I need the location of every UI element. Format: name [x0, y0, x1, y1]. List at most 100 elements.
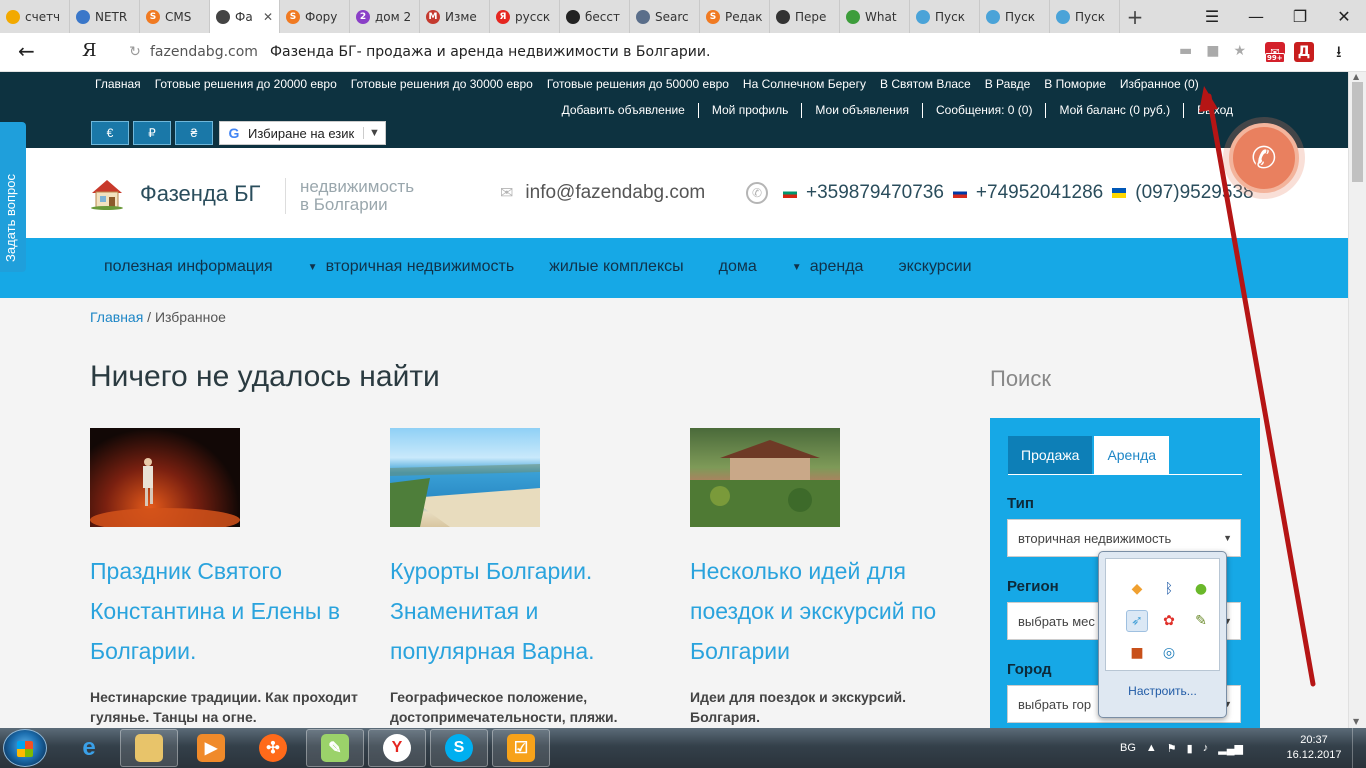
browser-tab[interactable]: Ярусск — [490, 0, 560, 33]
phone-ru[interactable]: +74952041286 — [976, 182, 1103, 204]
nav-item[interactable]: ▼ вторичная недвижимость — [308, 258, 514, 276]
tray-app-icon[interactable]: ✎ — [1190, 610, 1212, 632]
lock-icon[interactable]: ■ — [1206, 43, 1219, 59]
nav-item[interactable]: ▼ аренда — [792, 258, 864, 276]
nav-item[interactable]: полезная информация — [104, 258, 273, 276]
url-field[interactable]: ↻ fazendabg.com Фазенда БГ- продажа и ар… — [120, 38, 1250, 66]
taskbar-skype-icon[interactable]: S — [430, 729, 488, 767]
minimize-icon[interactable]: — — [1234, 0, 1278, 33]
scroll-down-icon[interactable]: ▼ — [1353, 717, 1359, 726]
language-select[interactable]: G Избиране на език ▼ — [219, 121, 386, 145]
article-title[interactable]: Праздник Святого Константина и Елены в Б… — [90, 551, 360, 671]
browser-tab[interactable]: Фа ✕ — [210, 0, 280, 33]
breadcrumb-home-link[interactable]: Главная — [90, 309, 143, 325]
nav-item[interactable]: жилые комплексы — [549, 258, 683, 276]
brand-name[interactable]: Фазенда БГ — [140, 181, 260, 207]
user-link[interactable]: Мой профиль — [697, 103, 802, 118]
article-title[interactable]: Курорты Болгарии. Знаменитая и популярна… — [390, 551, 660, 671]
menu-icon[interactable]: ☰ — [1190, 0, 1234, 33]
network-icon[interactable]: ▂▄▆ — [1218, 742, 1243, 755]
user-link[interactable]: Мой баланс (0 руб.) — [1045, 103, 1183, 118]
top-link[interactable]: Избранное (0) — [1120, 77, 1199, 91]
top-link[interactable]: Готовые решения до 50000 евро — [547, 77, 729, 91]
tab-sale[interactable]: Продажа — [1008, 436, 1093, 474]
browser-tab[interactable]: Пуск — [1050, 0, 1120, 33]
tray-app-icon[interactable]: ➶ — [1126, 610, 1148, 632]
taskbar-explorer-icon[interactable] — [120, 729, 178, 767]
currency-uah-button[interactable]: ₴ — [175, 121, 213, 145]
browser-tab[interactable]: M Изме — [420, 0, 490, 33]
user-link[interactable]: Сообщения: 0 (0) — [921, 103, 1045, 118]
ask-question-tab[interactable]: Задать вопрос — [0, 122, 26, 272]
tray-configure-link[interactable]: Настроить... — [1099, 684, 1226, 698]
browser-tab[interactable]: NETR — [70, 0, 140, 33]
taskbar-checklist-icon[interactable]: ☑ — [492, 729, 550, 767]
tray-app-icon[interactable]: ● — [1190, 578, 1212, 600]
reload-icon[interactable]: ↻ — [120, 44, 150, 60]
top-link[interactable]: Готовые решения до 30000 евро — [351, 77, 533, 91]
new-tab-button[interactable]: + — [1120, 0, 1150, 33]
tray-overflow-icon[interactable]: ▲ — [1146, 742, 1157, 754]
taskbar-notepad-icon[interactable]: ✎ — [306, 729, 364, 767]
house-logo-icon[interactable] — [90, 178, 124, 210]
browser-tab[interactable]: S Фору — [280, 0, 350, 33]
article-image[interactable] — [690, 428, 840, 527]
browser-tab[interactable]: бесст — [560, 0, 630, 33]
browser-tab[interactable]: 2 дом 2 — [350, 0, 420, 33]
top-link[interactable]: На Солнечном Берегу — [743, 77, 866, 91]
tray-app-icon[interactable]: ◆ — [1126, 578, 1148, 600]
scrollbar-thumb[interactable] — [1352, 82, 1363, 182]
tab-rent[interactable]: Аренда — [1094, 436, 1170, 474]
keyboard-language[interactable]: BG — [1120, 742, 1136, 754]
nav-item[interactable]: дома — [719, 258, 757, 276]
volume-icon[interactable]: ♪ — [1203, 742, 1209, 754]
browser-tab[interactable]: счетч — [0, 0, 70, 33]
taskbar-media-icon[interactable]: ▶ — [182, 729, 240, 767]
browser-tab[interactable]: Searc — [630, 0, 700, 33]
extension-d-icon[interactable]: Д — [1294, 42, 1314, 62]
browser-tab[interactable]: S CMS — [140, 0, 210, 33]
browser-tab[interactable]: Пере — [770, 0, 840, 33]
taskbar-ie-icon[interactable]: e — [60, 729, 118, 767]
back-arrow-icon[interactable]: ← — [18, 39, 35, 63]
top-link[interactable]: В Равде — [985, 77, 1031, 91]
article-image[interactable] — [90, 428, 240, 527]
taskbar-yandex-browser-icon[interactable]: Y — [368, 729, 426, 767]
yandex-logo-icon[interactable]: Я — [82, 40, 97, 61]
show-desktop-button[interactable] — [1352, 728, 1366, 768]
article-image[interactable] — [390, 428, 540, 527]
article-title[interactable]: Несколько идей для поездок и экскурсий п… — [690, 551, 960, 671]
clock[interactable]: 20:37 16.12.2017 — [1282, 733, 1346, 763]
taskbar-app-icon[interactable]: ✣ — [244, 729, 302, 767]
start-button[interactable] — [3, 729, 47, 767]
scroll-up-icon[interactable]: ▲ — [1353, 72, 1359, 81]
currency-rub-button[interactable]: ₽ — [133, 121, 171, 145]
top-link[interactable]: В Святом Власе — [880, 77, 971, 91]
battery-icon[interactable]: ▮ — [1187, 742, 1193, 755]
email-contact[interactable]: ✉ info@fazendabg.com — [500, 182, 705, 204]
bluetooth-icon[interactable]: ᛒ — [1158, 578, 1180, 600]
browser-tab[interactable]: Пуск — [980, 0, 1050, 33]
user-link[interactable]: Добавить объявление — [549, 103, 698, 118]
comment-icon[interactable]: ▬ — [1179, 43, 1192, 59]
page-scrollbar[interactable]: ▲ ▼ — [1348, 72, 1366, 728]
extension-mail-icon[interactable]: ✉ 99+ — [1265, 42, 1285, 63]
phone-bg[interactable]: +359879470736 — [806, 182, 944, 204]
top-link[interactable]: Главная — [95, 77, 141, 91]
top-link[interactable]: Готовые решения до 20000 евро — [155, 77, 337, 91]
tray-flower-icon[interactable]: ✿ — [1158, 610, 1180, 632]
top-link[interactable]: В Поморие — [1044, 77, 1106, 91]
browser-tab[interactable]: What — [840, 0, 910, 33]
callback-phone-button[interactable]: ✆ — [1229, 123, 1299, 193]
browser-tab[interactable]: Пуск — [910, 0, 980, 33]
close-icon[interactable]: ✕ — [1322, 0, 1366, 33]
email-address[interactable]: info@fazendabg.com — [525, 182, 705, 204]
download-icon[interactable]: ⭳ — [1336, 41, 1342, 68]
nav-item[interactable]: экскурсии — [898, 258, 971, 276]
browser-tab[interactable]: S Редак — [700, 0, 770, 33]
tray-app-icon[interactable]: ◎ — [1158, 642, 1180, 664]
bookmark-star-icon[interactable]: ★ — [1233, 43, 1246, 59]
tab-close-icon[interactable]: ✕ — [263, 10, 273, 24]
phone-ua[interactable]: (097)9529538 — [1135, 182, 1253, 204]
user-link[interactable]: Выход — [1183, 103, 1246, 118]
